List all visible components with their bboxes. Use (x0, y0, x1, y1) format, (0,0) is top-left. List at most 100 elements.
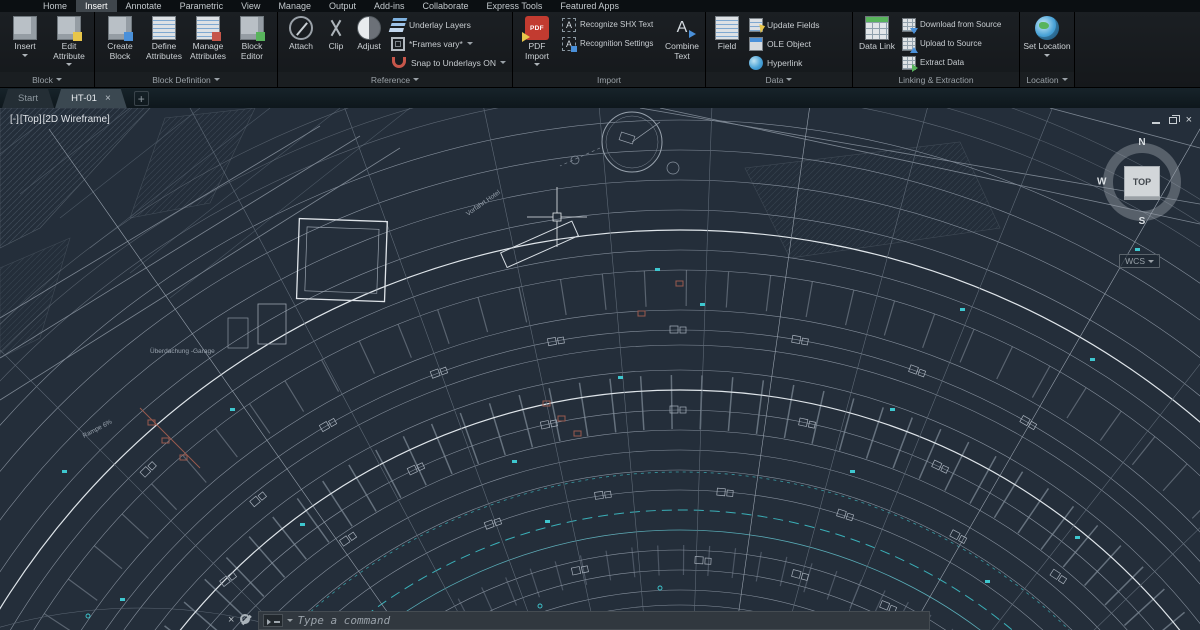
clip-button[interactable]: Clip (321, 14, 351, 72)
panel-block-definition: Create Block Define Attributes Manage At… (95, 12, 278, 87)
hyperlink-button[interactable]: Hyperlink (745, 53, 849, 72)
panel-label-block-definition[interactable]: Block Definition (95, 72, 277, 87)
insert-button[interactable]: Insert (3, 14, 47, 72)
underlay-layers-icon (388, 17, 408, 32)
file-tab-start[interactable]: Start (2, 89, 54, 108)
ribbon-tab-manage[interactable]: Manage (269, 0, 320, 12)
close-icon[interactable] (1186, 115, 1192, 125)
close-icon[interactable] (105, 94, 111, 104)
extract-data-button[interactable]: Extract Data (898, 53, 1016, 72)
create-block-button[interactable]: Create Block (98, 14, 142, 72)
field-button[interactable]: Field (709, 14, 745, 72)
clip-label: Clip (328, 41, 344, 51)
panel-label-data[interactable]: Data (706, 72, 852, 87)
ribbon-tab-home[interactable]: Home (34, 0, 76, 12)
recognize-shx-icon: A (562, 17, 576, 32)
chevron-down-icon (786, 78, 793, 82)
chevron-down-icon (22, 53, 28, 57)
ribbon-tab-view[interactable]: View (232, 0, 269, 12)
create-block-icon (108, 16, 133, 41)
panel-block-title: Block (32, 74, 53, 85)
annotation-hotel: Vorfahrt Hotel (465, 189, 502, 218)
hyperlink-label: Hyperlink (767, 57, 803, 68)
panel-import: PDF PDF Import A Recognize SHX Text A Re… (513, 12, 706, 87)
ribbon-tab-output[interactable]: Output (320, 0, 365, 12)
viewcube-north[interactable]: N (1138, 137, 1145, 148)
block-editor-button[interactable]: Block Editor (230, 14, 274, 72)
chevron-down-icon (413, 78, 420, 82)
data-link-button[interactable]: Data Link (856, 14, 898, 72)
pdf-import-button[interactable]: PDF PDF Import (516, 14, 558, 72)
command-history-icon[interactable] (263, 613, 284, 627)
viewport-view-control[interactable]: [Top] (20, 114, 42, 125)
panel-label-location[interactable]: Location (1020, 72, 1074, 87)
start-tab-label: Start (18, 93, 39, 104)
viewcube-west[interactable]: W (1097, 177, 1106, 188)
underlay-layers-button[interactable]: Underlay Layers (387, 15, 509, 34)
create-block-label: Create Block (107, 41, 133, 61)
set-location-button[interactable]: Set Location (1023, 14, 1071, 72)
ribbon-tab-annotate[interactable]: Annotate (117, 0, 171, 12)
snap-to-underlays-dropdown[interactable]: Snap to Underlays ON (387, 53, 509, 72)
ole-object-button[interactable]: OLE Object (745, 34, 849, 53)
viewport-visual-style-control[interactable]: [2D Wireframe] (43, 114, 110, 125)
chevron-down-icon (500, 61, 507, 64)
download-from-source-button[interactable]: Download from Source (898, 15, 1016, 34)
command-line-bar (228, 610, 931, 630)
chevron-down-icon (1044, 53, 1050, 57)
snap-label: Snap to Underlays ON (411, 57, 497, 68)
panel-label-reference[interactable]: Reference (278, 72, 512, 87)
recognize-shx-text-button[interactable]: A Recognize SHX Text (558, 15, 662, 34)
viewport-minimize-control[interactable]: [-] (10, 114, 19, 125)
chevron-down-icon[interactable] (287, 618, 294, 622)
minimize-icon[interactable] (1151, 122, 1160, 124)
panel-reference-title: Reference (370, 74, 411, 85)
ribbon-tab-insert[interactable]: Insert (76, 0, 117, 12)
define-attributes-icon (152, 16, 176, 40)
attach-button[interactable]: Attach (281, 14, 321, 72)
hyperlink-icon (749, 55, 763, 70)
recognition-settings-button[interactable]: A Recognition Settings (558, 34, 662, 53)
update-fields-button[interactable]: Update Fields (745, 15, 849, 34)
combine-text-button[interactable]: A Combine Text (662, 14, 702, 72)
crosshair-cursor (527, 187, 587, 247)
attach-label: Attach (288, 41, 314, 51)
panel-location: Set Location Location (1020, 12, 1075, 87)
panel-linking-title: Linking & Extraction (898, 74, 974, 85)
frames-dropdown[interactable]: *Frames vary* (387, 34, 509, 53)
command-input[interactable] (297, 613, 926, 627)
field-label: Field (717, 41, 737, 51)
panel-label-block[interactable]: Block (0, 72, 94, 87)
viewcube-top-face[interactable]: TOP (1124, 166, 1160, 197)
define-attributes-label: Define Attributes (146, 41, 182, 61)
ribbon-tab-express-tools[interactable]: Express Tools (478, 0, 552, 12)
file-tab-ht01[interactable]: HT-01 (55, 89, 127, 108)
viewcube-south[interactable]: S (1139, 216, 1146, 227)
wcs-dropdown[interactable]: WCS (1119, 254, 1160, 268)
restore-icon[interactable] (1168, 114, 1180, 124)
chevron-down-icon (1148, 259, 1154, 263)
adjust-button[interactable]: Adjust (351, 14, 387, 72)
ribbon-tab-addins[interactable]: Add-ins (365, 0, 414, 12)
new-drawing-tab-button[interactable] (133, 91, 149, 106)
drawing-canvas[interactable]: Überdachung -Garage Vorfahrt Hotel Rampe… (0, 108, 1200, 630)
combine-text-icon: A (670, 16, 696, 40)
panel-label-linking-extraction[interactable]: Linking & Extraction (853, 72, 1019, 87)
combine-icon-letter: A (676, 19, 688, 36)
chevron-down-icon (55, 78, 62, 82)
define-attributes-button[interactable]: Define Attributes (142, 14, 186, 72)
autocad-window: Home Insert Annotate Parametric View Man… (0, 0, 1200, 630)
panel-label-import[interactable]: Import (513, 72, 705, 87)
manage-attributes-button[interactable]: Manage Attributes (186, 14, 230, 72)
ribbon-tab-parametric[interactable]: Parametric (171, 0, 233, 12)
customize-wrench-icon[interactable] (240, 614, 252, 626)
panel-import-title: Import (596, 74, 622, 85)
upload-to-source-button[interactable]: Upload to Source (898, 34, 1016, 53)
viewcube[interactable]: N W S TOP (1097, 137, 1186, 227)
ribbon-tab-featured-apps[interactable]: Featured Apps (551, 0, 628, 12)
adjust-icon (357, 16, 381, 40)
close-icon[interactable] (228, 615, 234, 626)
pdf-import-label: PDF Import (524, 41, 550, 61)
edit-attribute-button[interactable]: Edit Attribute (47, 14, 91, 72)
ribbon-tab-collaborate[interactable]: Collaborate (414, 0, 478, 12)
